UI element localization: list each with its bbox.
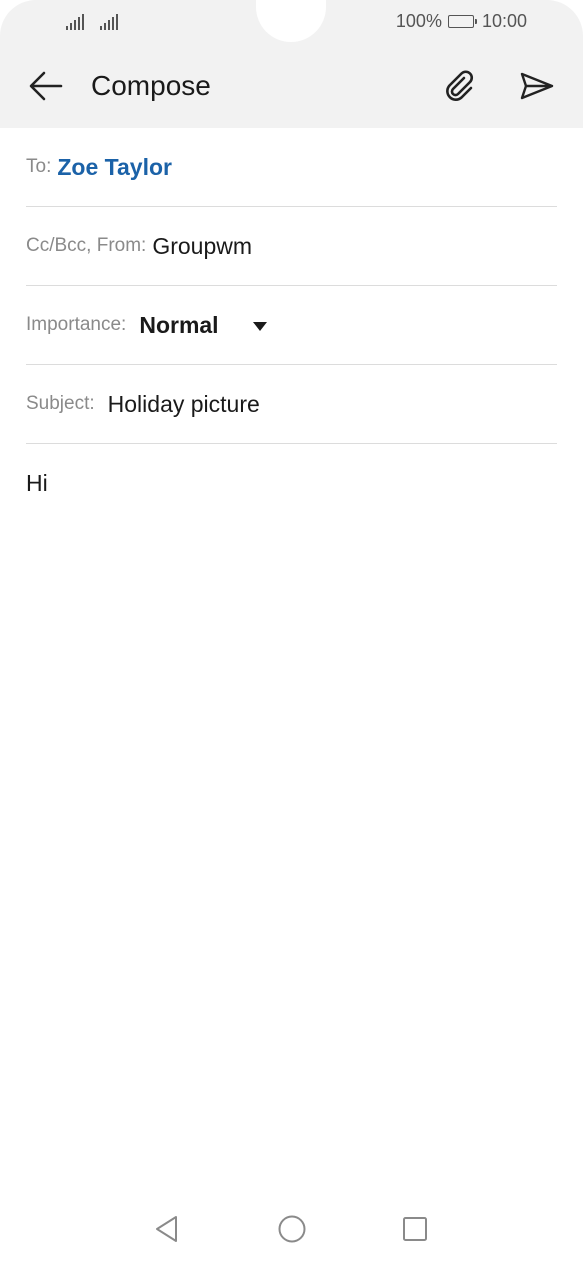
nav-back-button[interactable] [152,1214,182,1244]
app-header: 100% 10:00 Compose [0,0,583,128]
send-icon [520,72,554,100]
message-body[interactable]: Hi [26,470,48,497]
subject-label: Subject: [26,393,95,414]
clock: 10:00 [481,11,527,31]
subject-field[interactable]: Subject: Holiday picture [26,365,557,444]
signal-icon [100,12,118,30]
page-title: Compose [91,70,211,101]
importance-label: Importance: [26,314,127,335]
back-button[interactable] [26,66,66,106]
circle-home-icon [278,1215,306,1243]
triangle-back-icon [156,1216,177,1242]
battery-percent: 100% [395,11,442,31]
recipient-chip[interactable]: Zoe Taylor [57,154,172,181]
importance-value[interactable]: Normal [139,312,218,339]
navigation-bar [0,1196,583,1264]
arrow-left-icon [29,71,63,101]
from-account: Groupwm [152,232,253,259]
signal-icon [66,12,84,30]
subject-input[interactable]: Holiday picture [108,391,260,418]
square-recents-icon [403,1217,427,1241]
nav-home-button[interactable] [277,1214,307,1244]
to-label: To: [26,156,52,177]
attach-button[interactable] [440,66,480,106]
battery-icon [447,15,477,28]
paperclip-icon [446,70,473,101]
nav-recents-button[interactable] [400,1214,430,1244]
to-field[interactable]: To: Zoe Taylor [26,128,557,207]
importance-field[interactable]: Importance: Normal [26,286,557,365]
send-button[interactable] [516,66,558,106]
status-right: 100% 10:00 [396,11,527,32]
cc-bcc-from-field[interactable]: Cc/Bcc, From: Groupwm [26,207,557,286]
cc-bcc-from-label: Cc/Bcc, From: [26,235,147,256]
dropdown-arrow-icon[interactable] [252,321,267,331]
camera-notch [256,0,326,42]
